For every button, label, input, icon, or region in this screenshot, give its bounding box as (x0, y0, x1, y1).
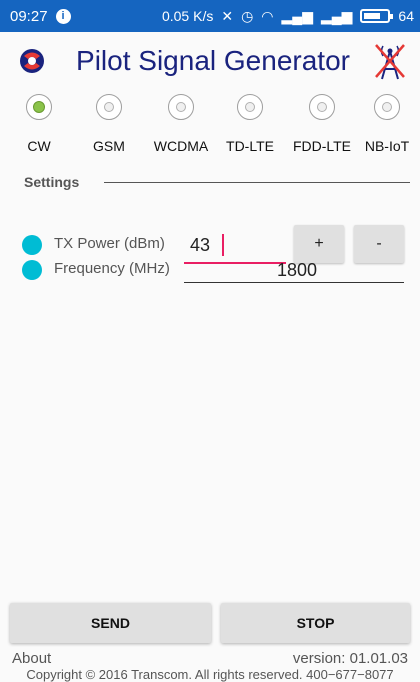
copyright-text: Copyright © 2016 Transcom. All rights re… (26, 667, 394, 682)
signal-icon: ▂▄▆ (320, 8, 353, 24)
frequency-label: Frequency (MHz) (54, 260, 170, 277)
wifi-icon: ◠ (261, 8, 274, 24)
radio-fdd-lte[interactable]: FDD-LTE (287, 92, 357, 164)
radio-label: FDD-LTE (292, 138, 352, 154)
status-bar: 09:27 i 0.05 K/s ✕ ◷ ◠ ▂▄▆ ▂▄▆ 64 (0, 0, 420, 32)
radio-label: NB-IoT (364, 138, 410, 154)
frequency-row-content: Frequency (MHz) (22, 250, 412, 290)
settings-divider (104, 182, 410, 183)
radio-label: CW (27, 138, 51, 154)
signal-tower-icon[interactable] (372, 41, 408, 81)
radio-td-lte[interactable]: TD-LTE (215, 92, 285, 164)
battery-icon (360, 9, 394, 23)
stop-button[interactable]: STOP (221, 603, 410, 643)
settings-heading: Settings (24, 174, 80, 190)
battery-level: 64 (398, 8, 414, 24)
about-link[interactable]: About (12, 650, 51, 667)
send-button[interactable]: SEND (10, 603, 211, 643)
version-text: version: 01.01.03 (292, 650, 408, 667)
frequency-indicator-icon (22, 260, 42, 280)
app-title: Pilot Signal Generator (76, 45, 350, 76)
info-notification-icon: i (55, 8, 71, 24)
status-time: 09:27 (10, 7, 48, 25)
radio-button-icon[interactable] (309, 94, 335, 120)
transcom-logo-icon (20, 49, 44, 73)
radio-button-icon[interactable] (96, 94, 122, 120)
radio-button-icon[interactable] (26, 94, 52, 120)
radio-label: TD-LTE (226, 138, 274, 154)
radio-wcdma[interactable]: WCDMA (146, 92, 216, 164)
radio-cw[interactable]: CW (4, 92, 74, 164)
radio-button-icon[interactable] (237, 94, 263, 120)
signal-4g-icon: ▂▄▆ (281, 8, 313, 24)
mode-radio-group: CW GSM WCDMA TD-LTE FDD-LTE NB-IoT (0, 92, 420, 164)
alarm-icon: ◷ (241, 8, 254, 24)
radio-button-icon[interactable] (168, 94, 194, 120)
radio-label: WCDMA (153, 138, 209, 154)
frequency-underline (184, 282, 404, 283)
mute-icon: ✕ (221, 8, 234, 24)
app-header: Pilot Signal Generator (0, 32, 420, 90)
radio-gsm[interactable]: GSM (74, 92, 144, 164)
radio-label: GSM (93, 138, 125, 154)
radio-nb-iot[interactable]: NB-IoT (352, 92, 420, 164)
radio-button-icon[interactable] (374, 94, 400, 120)
network-speed: 0.05 K/s (161, 8, 214, 24)
